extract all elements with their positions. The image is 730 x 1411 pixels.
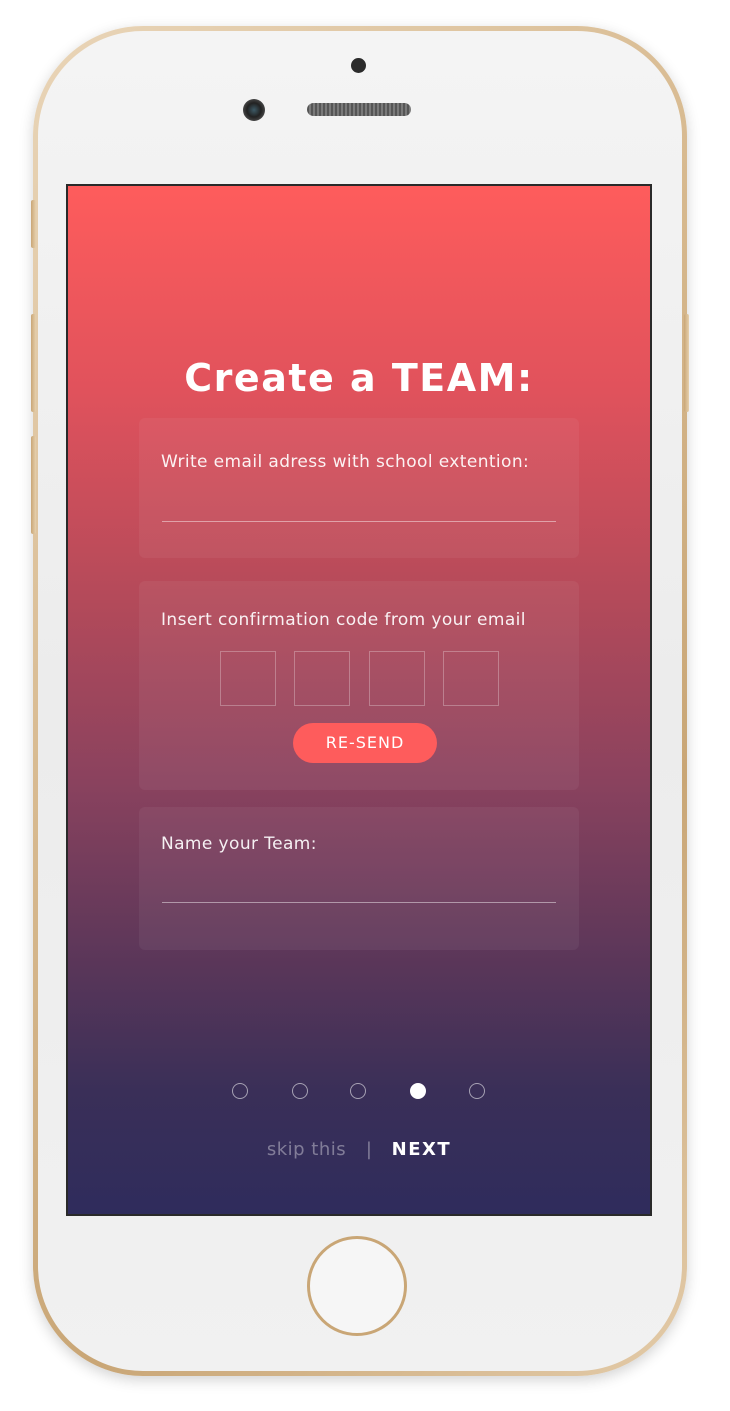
home-button[interactable] bbox=[307, 1236, 407, 1336]
email-field-label: Write email adress with school extention… bbox=[161, 452, 530, 472]
front-camera-icon bbox=[243, 99, 265, 121]
page-dot-1[interactable] bbox=[232, 1083, 248, 1099]
confirmation-code-label: Insert confirmation code from your email bbox=[161, 610, 526, 630]
email-field[interactable] bbox=[162, 488, 560, 520]
page-title: Create a TEAM: bbox=[184, 356, 534, 400]
page-dot-4[interactable] bbox=[410, 1083, 426, 1099]
code-digit-input-3[interactable] bbox=[369, 651, 425, 706]
skip-link[interactable]: skip this bbox=[267, 1139, 346, 1160]
email-card: Write email adress with school extention… bbox=[139, 418, 579, 558]
mute-switch bbox=[31, 200, 36, 248]
page-dot-2[interactable] bbox=[292, 1083, 308, 1099]
footer-separator: | bbox=[365, 1139, 372, 1160]
email-field-underline bbox=[162, 521, 556, 522]
resend-button[interactable]: RE-SEND bbox=[293, 723, 437, 763]
next-button[interactable]: NEXT bbox=[392, 1139, 452, 1160]
page-dot-3[interactable] bbox=[350, 1083, 366, 1099]
team-name-card: Name your Team: bbox=[139, 807, 579, 950]
device-mockup: Create a TEAM: Write email adress with s… bbox=[0, 0, 730, 1411]
volume-down-button bbox=[31, 436, 36, 534]
earpiece-speaker bbox=[307, 103, 411, 116]
power-button bbox=[684, 314, 689, 412]
footer-nav: skip this | NEXT bbox=[68, 1139, 650, 1160]
page-dot-5[interactable] bbox=[469, 1083, 485, 1099]
team-name-underline bbox=[162, 902, 556, 903]
code-digit-input-2[interactable] bbox=[294, 651, 350, 706]
code-digit-input-4[interactable] bbox=[443, 651, 499, 706]
code-digit-input-1[interactable] bbox=[220, 651, 276, 706]
proximity-sensor bbox=[351, 58, 366, 73]
app-screen: Create a TEAM: Write email adress with s… bbox=[68, 186, 650, 1214]
team-name-label: Name your Team: bbox=[161, 834, 317, 854]
team-name-field[interactable] bbox=[162, 869, 560, 901]
volume-up-button bbox=[31, 314, 36, 412]
confirmation-code-card: Insert confirmation code from your email… bbox=[139, 581, 579, 790]
